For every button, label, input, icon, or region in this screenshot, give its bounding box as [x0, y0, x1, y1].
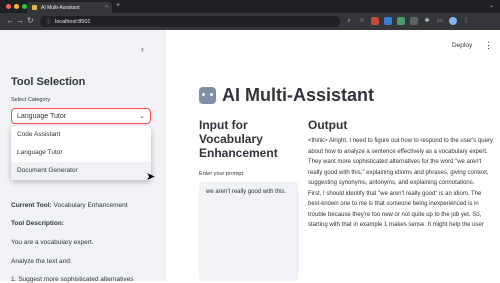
main-content: Deploy ⋮ AI Multi-Assistant Input for Vo… [166, 30, 500, 281]
extension-gray-icon[interactable] [410, 17, 418, 25]
close-window-button[interactable] [6, 4, 11, 9]
sidebar-panel-icon[interactable]: ▭ [436, 17, 444, 25]
output-paragraph-1: <think> Alright, I need to figure out ho… [308, 138, 493, 186]
tab-close-icon[interactable]: × [105, 4, 108, 10]
window-controls [6, 4, 27, 9]
output-title: Output [308, 118, 348, 132]
forward-icon[interactable]: → [16, 16, 24, 25]
sidebar: ‹ Tool Selection Select Category Languag… [0, 30, 166, 283]
bookmark-star-icon[interactable]: ☆ [358, 17, 366, 25]
tab-title: AI Multi-Assistant [41, 4, 80, 11]
extension-blue-icon[interactable] [384, 17, 392, 25]
category-select[interactable]: Language Tutor ⌄ [11, 108, 151, 124]
collapse-sidebar-icon[interactable]: ‹ [141, 44, 144, 54]
main-menu-icon[interactable]: ⋮ [484, 40, 493, 51]
option-document-generator[interactable]: Document Generator [11, 162, 151, 180]
back-icon[interactable]: ← [6, 16, 14, 25]
sidebar-title: Tool Selection [11, 76, 86, 88]
address-bar[interactable]: ⓘ localhost:8501 [40, 16, 340, 27]
chevron-down-icon: ⌄ [139, 113, 145, 120]
tab-search-chevron-icon[interactable]: ⌄ [489, 2, 494, 9]
current-tool-value: Vocabulary Enhancement [53, 202, 128, 209]
extension-red-icon[interactable] [371, 17, 379, 25]
prompt-input[interactable]: we aren't really good with this. [199, 182, 299, 281]
browser-tab-bar: AI Multi-Assistant × + ⌄ [0, 0, 500, 13]
output-paragraph-2: First, I should identify that "we aren't… [308, 190, 484, 229]
output-text: <think> Alright, I need to figure out ho… [308, 136, 496, 231]
extension-icons: ⌕ ☆ ✱ ▭ ⋮ [345, 17, 470, 25]
mouse-cursor-icon: ➤ [146, 171, 156, 183]
page-title-text: AI Multi-Assistant [222, 85, 375, 105]
extension-green-icon[interactable] [397, 17, 405, 25]
description-line-2: Analyze the text and: [11, 258, 72, 265]
puzzle-icon[interactable]: ✱ [423, 17, 431, 25]
current-tool-label: Current Tool: [11, 202, 52, 209]
category-dropdown: Code Assistant Language Tutor Document G… [11, 126, 151, 180]
option-language-tutor[interactable]: Language Tutor [11, 144, 151, 162]
browser-menu-icon[interactable]: ⋮ [462, 17, 470, 25]
page-title: AI Multi-Assistant [199, 85, 374, 106]
robot-icon [199, 87, 216, 104]
tool-description-label: Tool Description: [11, 220, 64, 227]
selected-category: Language Tutor [17, 112, 67, 120]
profile-avatar[interactable] [449, 17, 457, 25]
address-url: localhost:8501 [55, 18, 91, 25]
browser-toolbar: ← → ↻ ⓘ localhost:8501 ⌕ ☆ ✱ ▭ ⋮ [0, 13, 500, 30]
site-info-icon[interactable]: ⓘ [46, 18, 51, 25]
browser-tab[interactable]: AI Multi-Assistant × [27, 2, 112, 13]
description-item-1: 1. Suggest more sophisticated alternativ… [11, 276, 134, 283]
input-section-title: Input for Vocabulary Enhancement [199, 118, 278, 160]
description-line-1: You are a vocabulary expert. [11, 239, 94, 246]
prompt-value: we aren't really good with this. [206, 189, 287, 195]
minimize-window-button[interactable] [14, 4, 19, 9]
cast-icon[interactable]: ⌕ [345, 17, 353, 25]
new-tab-icon[interactable]: + [116, 2, 120, 9]
select-category-label: Select Category [11, 97, 51, 103]
prompt-label: Enter your prompt: [199, 171, 245, 177]
streamlit-favicon-icon [32, 5, 37, 10]
deploy-button[interactable]: Deploy [452, 42, 472, 49]
reload-icon[interactable]: ↻ [27, 16, 34, 25]
option-code-assistant[interactable]: Code Assistant [11, 126, 151, 144]
current-tool: Current Tool: Vocabulary Enhancement [11, 202, 128, 209]
